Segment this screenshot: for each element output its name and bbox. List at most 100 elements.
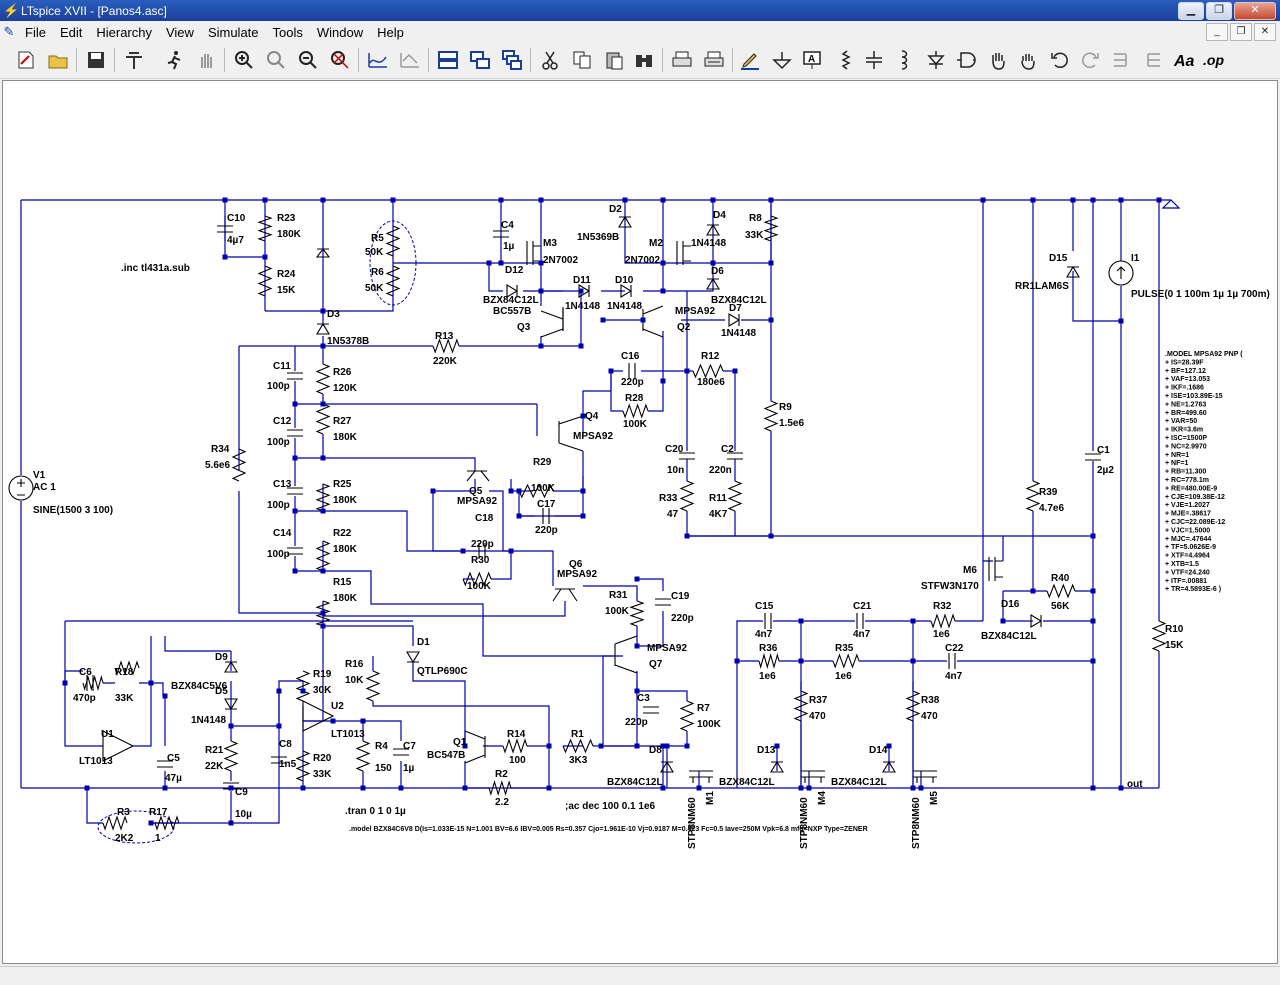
- schematic-label[interactable]: R33: [659, 493, 678, 504]
- schematic-label[interactable]: D8: [649, 745, 662, 756]
- schematic-label[interactable]: 100p: [267, 549, 290, 560]
- schematic-label[interactable]: 33K: [115, 693, 134, 704]
- resistor-symbol[interactable]: [257, 215, 273, 242]
- schematic-label[interactable]: 100p: [267, 381, 290, 392]
- capacitor-symbol[interactable]: [643, 706, 659, 714]
- schematic-label[interactable]: PULSE(0 1 100m 1µ 1µ 700m): [1131, 289, 1270, 300]
- schematic-label[interactable]: 180K: [333, 593, 358, 604]
- schematic-label[interactable]: 4n7: [853, 629, 871, 640]
- schematic-label[interactable]: 1µ: [503, 241, 515, 252]
- schematic-label[interactable]: 1n5: [279, 759, 297, 770]
- diode-icon[interactable]: [922, 46, 950, 74]
- schematic-label[interactable]: C12: [273, 416, 292, 427]
- schematic-label[interactable]: 15K: [277, 285, 296, 296]
- schematic-label[interactable]: R10: [1165, 624, 1184, 635]
- schematic-label[interactable]: R40: [1051, 573, 1070, 584]
- schematic-label[interactable]: R37: [809, 695, 828, 706]
- schematic-label[interactable]: R12: [701, 351, 720, 362]
- schematic-label[interactable]: 1N4148: [691, 238, 726, 249]
- m1-mosfet-symbol[interactable]: [689, 770, 713, 783]
- schematic-label[interactable]: 1µ: [403, 763, 415, 774]
- schematic-label[interactable]: 2N7002: [625, 255, 660, 266]
- mpsa92-model-directive[interactable]: .MODEL MPSA92 PNP (+ IS=28.39F + BF=127.1…: [1165, 351, 1243, 593]
- cut-scissors-icon[interactable]: [536, 46, 564, 74]
- schematic-label[interactable]: STFW3N170: [921, 581, 979, 592]
- schematic-label[interactable]: 10K: [345, 675, 364, 686]
- schematic-label[interactable]: R1: [571, 729, 584, 740]
- schematic-label[interactable]: C8: [279, 739, 292, 750]
- schematic-label[interactable]: R15: [333, 577, 352, 588]
- inductor-icon[interactable]: [890, 46, 918, 74]
- schematic-label[interactable]: 1N5369B: [577, 232, 619, 243]
- schematic-label[interactable]: C16: [621, 351, 640, 362]
- autorange-icon[interactable]: [364, 46, 392, 74]
- schematic-label[interactable]: QTLP690C: [417, 666, 468, 677]
- schematic-label[interactable]: 47: [667, 509, 679, 520]
- schematic-label[interactable]: 120K: [333, 383, 358, 394]
- schematic-label[interactable]: 50K: [365, 283, 384, 294]
- ground-icon[interactable]: [768, 46, 796, 74]
- menu-tools[interactable]: Tools: [266, 25, 310, 40]
- q3-transistor-symbol[interactable]: [540, 309, 564, 338]
- resistor-symbol[interactable]: [1046, 583, 1076, 599]
- schematic-label[interactable]: 1: [155, 833, 161, 844]
- resistor-symbol[interactable]: [679, 480, 695, 512]
- schematic-label[interactable]: U1: [101, 729, 114, 740]
- menu-simulate[interactable]: Simulate: [201, 25, 266, 40]
- schematic-label[interactable]: .tran 0 1 0 1µ: [345, 806, 406, 817]
- schematic-label[interactable]: R18: [115, 667, 134, 678]
- capacitor-symbol[interactable]: [948, 653, 956, 669]
- schematic-label[interactable]: 180K: [277, 229, 302, 240]
- q7-transistor-symbol[interactable]: [614, 635, 638, 674]
- schematic-label[interactable]: C3: [637, 693, 650, 704]
- diode-symbol[interactable]: [728, 313, 741, 327]
- schematic-label[interactable]: C14: [273, 528, 292, 539]
- resistor-symbol[interactable]: [622, 403, 649, 419]
- schematic-label[interactable]: BZX84C12L: [981, 631, 1037, 642]
- schematic-label[interactable]: 100K: [467, 581, 492, 592]
- schematic-label[interactable]: D4: [713, 210, 726, 221]
- schematic-label[interactable]: 100p: [267, 500, 290, 511]
- schematic-label[interactable]: R29: [533, 457, 552, 468]
- schematic-label[interactable]: BZX84C12L: [607, 777, 663, 788]
- schematic-label[interactable]: MPSA92: [647, 643, 687, 654]
- schematic-label[interactable]: R25: [333, 479, 352, 490]
- schematic-label[interactable]: Q2: [677, 322, 691, 333]
- schematic-label[interactable]: R9: [779, 402, 792, 413]
- menu-help[interactable]: Help: [370, 25, 411, 40]
- diode-symbol[interactable]: [406, 651, 420, 664]
- capacitor-symbol[interactable]: [287, 429, 303, 437]
- schematic-label[interactable]: 4n7: [755, 629, 773, 640]
- schematic-label[interactable]: BC557B: [493, 306, 531, 317]
- schematic-label[interactable]: 180K: [333, 544, 358, 555]
- capacitor-icon[interactable]: [860, 46, 888, 74]
- schematic-label[interactable]: 47µ: [165, 773, 182, 784]
- waveform-icon[interactable]: [396, 46, 424, 74]
- schematic-drawing[interactable]: C10 4µ7 R23 180K R24 15K R5 50K R6 50K C4 1µ M3 2N700…: [3, 81, 1277, 963]
- zoom-in-icon[interactable]: [230, 46, 258, 74]
- mirror-icon[interactable]: [1138, 46, 1166, 74]
- schematic-label[interactable]: R26: [333, 367, 352, 378]
- q2-transistor-symbol[interactable]: [642, 305, 664, 338]
- schematic-label[interactable]: R39: [1039, 487, 1058, 498]
- capacitor-symbol[interactable]: [764, 613, 772, 629]
- schematic-label[interactable]: BZX84C12L: [831, 777, 887, 788]
- schematic-label-vertical[interactable]: STP8NM60: [911, 797, 922, 849]
- resistor-symbol[interactable]: [385, 225, 401, 257]
- schematic-label[interactable]: R6: [371, 267, 384, 278]
- schematic-label[interactable]: 1.5e6: [779, 418, 804, 429]
- schematic-label[interactable]: 1N4148: [191, 715, 226, 726]
- schematic-label[interactable]: 10µ: [235, 809, 252, 820]
- schematic-label[interactable]: C15: [755, 601, 774, 612]
- resistor-symbol[interactable]: [257, 265, 273, 297]
- schematic-label[interactable]: C5: [167, 753, 180, 764]
- menu-view[interactable]: View: [159, 25, 201, 40]
- resistor-symbol[interactable]: [758, 652, 780, 670]
- schematic-label[interactable]: R32: [933, 601, 952, 612]
- cascade-icon[interactable]: [498, 46, 526, 74]
- zener-model-directive[interactable]: .model BZX84C6V8 D(Is=1.033E-15 N=1.001 …: [349, 826, 868, 833]
- schematic-label[interactable]: R13: [435, 331, 454, 342]
- schematic-label[interactable]: 220p: [671, 613, 694, 624]
- schematic-label[interactable]: 1e6: [835, 671, 852, 682]
- schematic-label[interactable]: R8: [749, 213, 762, 224]
